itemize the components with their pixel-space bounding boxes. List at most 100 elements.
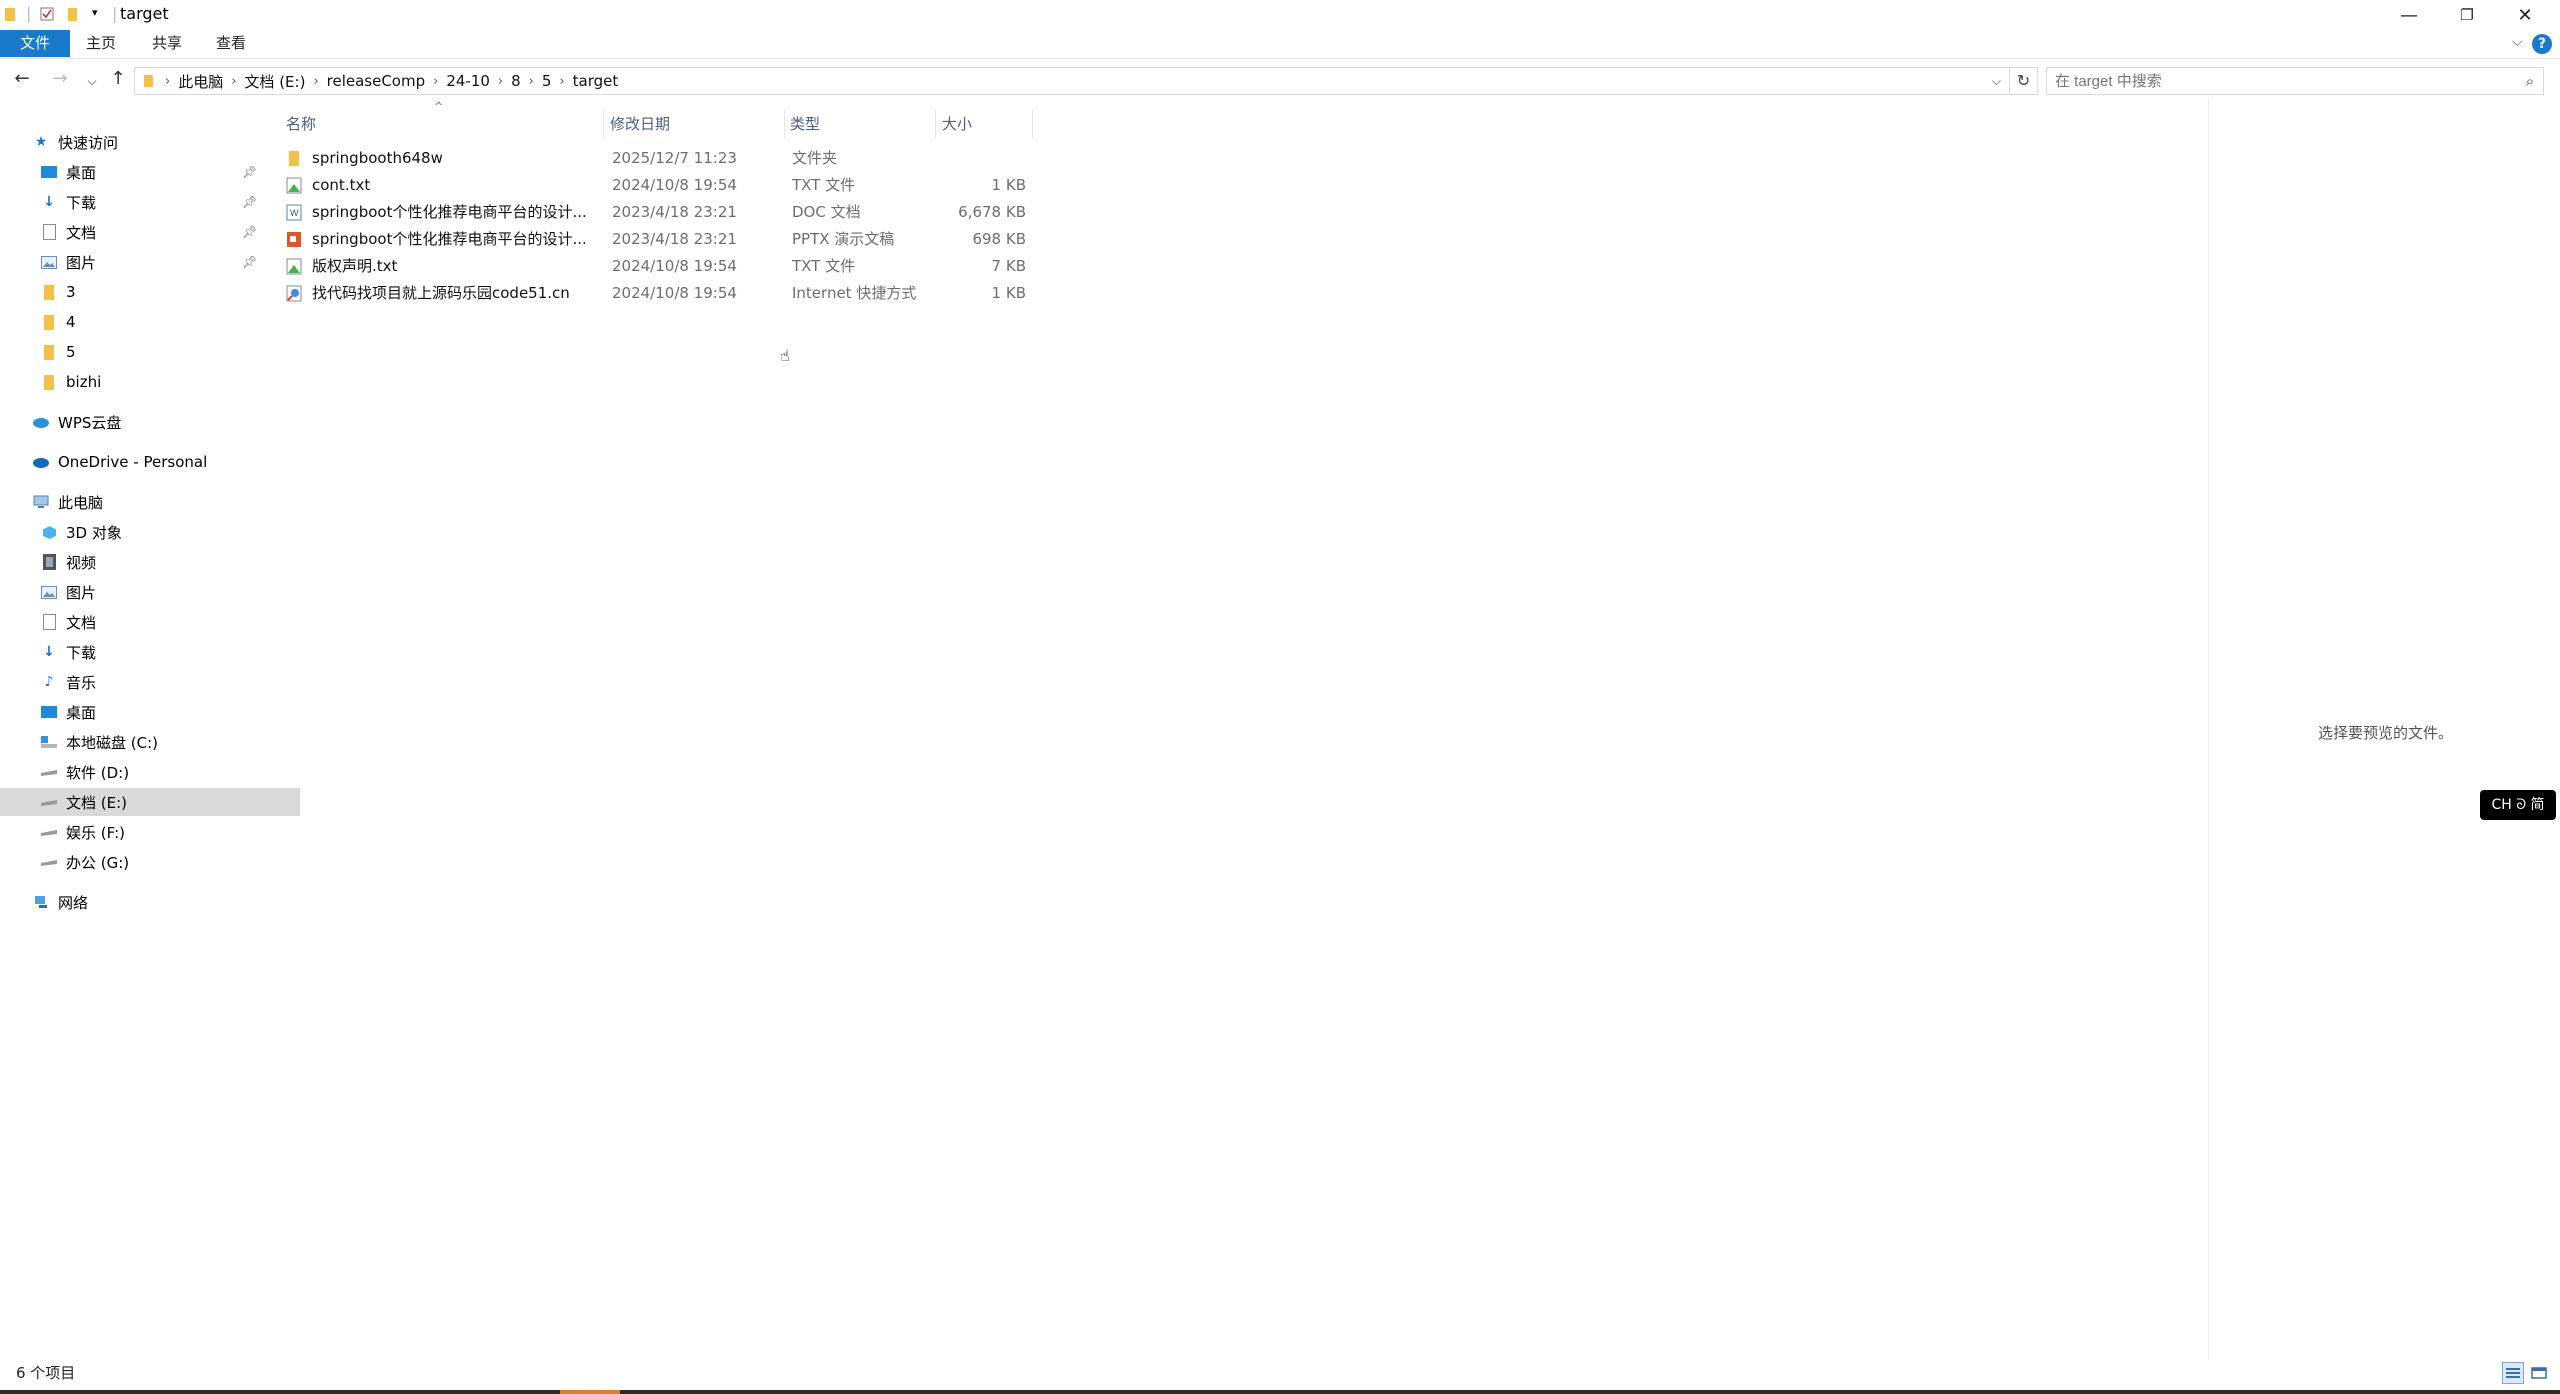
help-button[interactable]: ? <box>2532 34 2552 54</box>
file-row[interactable]: springbooth648w 2025/12/7 11:23 文件夹 <box>278 145 1038 172</box>
chevron-right-icon[interactable]: › <box>557 74 566 89</box>
desktop-icon <box>40 704 58 720</box>
back-arrow-icon[interactable]: ← <box>10 68 34 89</box>
nav-label: 文档 <box>66 223 97 242</box>
tab-share[interactable]: 共享 <box>138 30 196 57</box>
nav-label: 娱乐 (F:) <box>66 823 125 842</box>
column-header-name[interactable]: 名称 <box>286 110 316 138</box>
chevron-right-icon[interactable]: › <box>163 74 172 89</box>
recent-locations-icon[interactable]: ⌵ <box>80 74 104 89</box>
sidebar-item-pictures-pc[interactable]: 图片 <box>0 578 300 606</box>
sidebar-item-desktop[interactable]: 桌面 📌︎ <box>0 158 300 186</box>
window-title: target <box>120 4 169 23</box>
sidebar-item-music[interactable]: ♪ 音乐 <box>0 668 300 696</box>
ime-indicator[interactable]: CH ᘐ 简 <box>2480 790 2556 820</box>
breadcrumb[interactable]: 8 <box>505 72 527 90</box>
nav-wps-cloud[interactable]: WPS云盘 <box>0 408 292 436</box>
nav-label: 此电脑 <box>58 493 104 512</box>
pin-icon[interactable]: 📌︎ <box>242 165 257 179</box>
sidebar-item-documents[interactable]: 文档 📌︎ <box>0 218 300 246</box>
pin-icon[interactable]: 📌︎ <box>242 225 257 239</box>
sidebar-item-drive-g[interactable]: 办公 (G:) <box>0 848 300 876</box>
address-bar[interactable]: › 此电脑 › 文档 (E:) › releaseComp › 24-10 › … <box>134 67 2010 95</box>
star-icon: ★ <box>34 134 48 150</box>
pin-icon[interactable]: 📌︎ <box>242 255 257 269</box>
folder-icon <box>40 314 58 330</box>
breadcrumb[interactable]: 24-10 <box>440 72 496 90</box>
up-arrow-icon[interactable]: ↑ <box>106 68 130 89</box>
sidebar-item-5[interactable]: 5 <box>0 338 300 366</box>
column-divider[interactable] <box>935 110 936 138</box>
pin-icon[interactable]: 📌︎ <box>242 195 257 209</box>
file-row[interactable]: W springboot个性化推荐电商平台的设计... 2023/4/18 23… <box>278 199 1038 226</box>
breadcrumb[interactable]: 此电脑 <box>172 71 229 92</box>
minimize-button[interactable]: — <box>2380 0 2438 30</box>
sidebar-item-bizhi[interactable]: bizhi <box>0 368 300 396</box>
sidebar-item-4[interactable]: 4 <box>0 308 300 336</box>
taskbar-edge <box>0 1390 2560 1394</box>
address-dropdown-icon[interactable]: ⌵ <box>1992 74 2001 89</box>
new-folder-icon[interactable] <box>66 6 80 22</box>
forward-arrow-icon[interactable]: → <box>48 68 72 89</box>
sidebar-item-3[interactable]: 3 <box>0 278 300 306</box>
column-header-size[interactable]: 大小 <box>942 110 972 138</box>
file-row[interactable]: springboot个性化推荐电商平台的设计... 2023/4/18 23:2… <box>278 226 1038 253</box>
file-name: springbooth648w <box>312 149 443 167</box>
breadcrumb[interactable]: target <box>567 72 625 90</box>
search-box[interactable]: ⌕ <box>2046 67 2544 95</box>
search-icon[interactable]: ⌕ <box>2517 72 2543 90</box>
sidebar-item-drive-d[interactable]: 软件 (D:) <box>0 758 300 786</box>
nav-label: 桌面 <box>66 703 97 722</box>
column-divider[interactable] <box>603 110 604 138</box>
sidebar-item-desktop-pc[interactable]: 桌面 <box>0 698 300 726</box>
tab-view[interactable]: 查看 <box>202 30 260 57</box>
sidebar-item-pictures[interactable]: 图片 📌︎ <box>0 248 300 276</box>
file-row[interactable]: cont.txt 2024/10/8 19:54 TXT 文件 1 KB <box>278 172 1038 199</box>
column-header-type[interactable]: 类型 <box>790 110 820 138</box>
tab-file[interactable]: 文件 <box>0 30 71 57</box>
search-input[interactable] <box>2047 71 2517 91</box>
restore-button[interactable]: ❐ <box>2438 0 2496 30</box>
close-button[interactable]: ✕ <box>2496 0 2554 30</box>
chevron-right-icon[interactable]: › <box>431 74 440 89</box>
column-divider[interactable] <box>1032 110 1033 138</box>
file-row[interactable]: 找代码找项目就上源码乐园code51.cn 2024/10/8 19:54 In… <box>278 280 1038 307</box>
file-row[interactable]: 版权声明.txt 2024/10/8 19:54 TXT 文件 7 KB <box>278 253 1038 280</box>
sidebar-item-drive-f[interactable]: 娱乐 (F:) <box>0 818 300 846</box>
nav-label: 3 <box>66 283 76 301</box>
nav-label: 4 <box>66 313 76 331</box>
chevron-right-icon[interactable]: › <box>527 74 536 89</box>
customize-toolbar-icon[interactable]: ▾ <box>92 6 98 19</box>
column-header-date[interactable]: 修改日期 <box>610 110 670 138</box>
sidebar-item-downloads[interactable]: ↓ 下载 📌︎ <box>0 188 300 216</box>
nav-network[interactable]: 网络 <box>0 888 292 916</box>
folder-icon <box>144 75 153 87</box>
sidebar-item-drive-c[interactable]: 本地磁盘 (C:) <box>0 728 300 756</box>
nav-onedrive[interactable]: OneDrive - Personal <box>0 448 292 476</box>
sidebar-item-3d-objects[interactable]: 3D 对象 <box>0 518 300 546</box>
nav-this-pc[interactable]: 此电脑 <box>0 488 292 516</box>
breadcrumb[interactable]: 5 <box>536 72 558 90</box>
sidebar-item-downloads-pc[interactable]: ↓ 下载 <box>0 638 300 666</box>
large-icons-view-button[interactable] <box>2528 1362 2550 1384</box>
refresh-button[interactable]: ↻ <box>2010 67 2038 95</box>
nav-label: 本地磁盘 (C:) <box>66 733 158 752</box>
sidebar-item-documents-pc[interactable]: 文档 <box>0 608 300 636</box>
nav-quick-access[interactable]: ★ 快速访问 <box>0 128 292 156</box>
sidebar-item-drive-e[interactable]: 文档 (E:) <box>0 788 300 816</box>
tab-home[interactable]: 主页 <box>72 30 130 57</box>
properties-icon[interactable] <box>40 6 54 22</box>
cloud-icon <box>32 414 50 430</box>
breadcrumb[interactable]: releaseComp <box>321 72 431 90</box>
chevron-right-icon[interactable]: › <box>311 74 320 89</box>
chevron-down-icon[interactable]: ⌵ <box>2512 34 2523 50</box>
column-divider[interactable] <box>784 110 785 138</box>
chevron-right-icon[interactable]: › <box>229 74 238 89</box>
file-type: PPTX 演示文稿 <box>792 230 895 248</box>
preview-divider[interactable] <box>2208 98 2209 1360</box>
chevron-right-icon[interactable]: › <box>496 74 505 89</box>
drive-icon <box>40 794 58 810</box>
breadcrumb[interactable]: 文档 (E:) <box>238 71 311 92</box>
details-view-button[interactable] <box>2502 1362 2524 1384</box>
sidebar-item-videos[interactable]: 视频 <box>0 548 300 576</box>
